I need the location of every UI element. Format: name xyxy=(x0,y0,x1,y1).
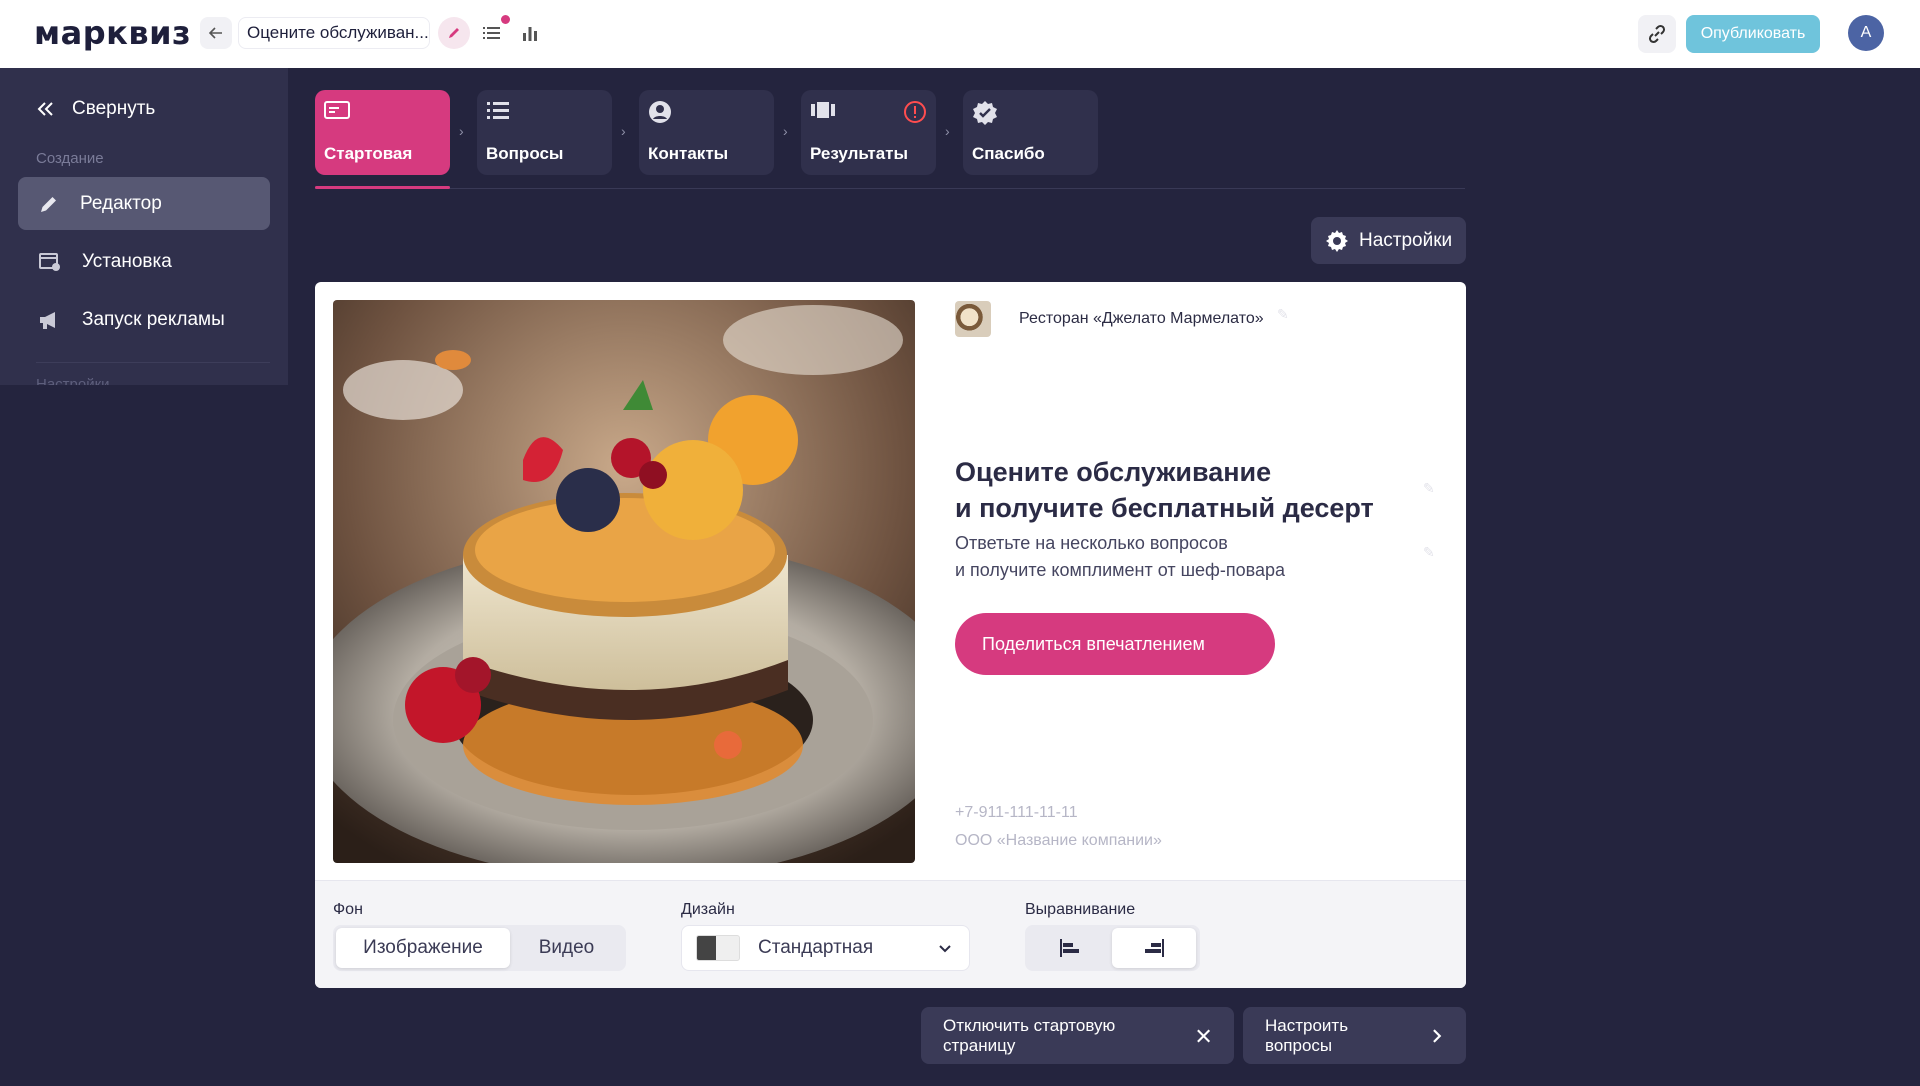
start-page-icon xyxy=(324,101,350,119)
company-text[interactable]: ООО «Название компании» xyxy=(955,832,1162,850)
settings-button[interactable]: Настройки xyxy=(1311,217,1466,264)
background-toggle: Изображение Видео xyxy=(333,925,626,971)
back-button[interactable] xyxy=(200,17,232,49)
bar-chart-icon xyxy=(523,27,537,41)
notification-dot xyxy=(501,15,510,24)
tab-label: Спасибо xyxy=(972,144,1045,163)
disable-start-page-label: Отключить стартовую страницу xyxy=(943,1015,1116,1055)
results-icon xyxy=(811,102,835,118)
sidebar-item-install[interactable]: Установка xyxy=(18,235,270,288)
chevron-right-icon xyxy=(1433,1028,1442,1043)
tab-label: Результаты xyxy=(810,144,909,163)
pencil-icon xyxy=(449,28,459,38)
pencil-icon[interactable]: ✎ xyxy=(1423,480,1435,497)
headline-line: Оцените обслуживание xyxy=(955,457,1272,487)
phone-text[interactable]: +7-911-111-11-11 xyxy=(955,804,1078,822)
align-right-icon xyxy=(1145,939,1164,957)
cta-button[interactable]: Поделиться впечатлением xyxy=(955,613,1275,675)
publish-button[interactable]: Опубликовать xyxy=(1686,15,1820,53)
pencil-icon[interactable]: ✎ xyxy=(1423,544,1435,561)
card-settings-bar: Фон Изображение Видео Дизайн Стандартная… xyxy=(315,880,1466,988)
arrow-left-icon xyxy=(208,27,222,39)
active-step-underline xyxy=(315,186,450,189)
megaphone-icon xyxy=(40,311,55,329)
user-icon xyxy=(649,101,671,123)
configure-questions-label: Настроить вопросы xyxy=(1265,1015,1349,1055)
steps-divider xyxy=(315,188,1465,189)
avatar[interactable]: А xyxy=(1848,15,1884,51)
collapse-button[interactable]: Свернуть xyxy=(36,98,155,120)
section-label-settings: Настройки xyxy=(36,376,110,385)
tab-label: Стартовая xyxy=(324,144,413,163)
align-left-icon xyxy=(1060,939,1079,957)
chevron-right-icon: › xyxy=(459,123,464,139)
tab-label: Вопросы xyxy=(486,144,564,163)
sidebar-item-editor[interactable]: Редактор xyxy=(18,177,270,230)
top-bar: марквиз Оцените обслуживан... Опубликова… xyxy=(0,0,1920,68)
sidebar-item-ads[interactable]: Запуск рекламы xyxy=(18,293,270,346)
tab-contacts[interactable]: Контакты xyxy=(639,90,774,175)
tab-thanks[interactable]: Спасибо xyxy=(963,90,1098,175)
alignment-toggle xyxy=(1025,925,1200,971)
page-headline[interactable]: Оцените обслуживание и получите бесплатн… xyxy=(955,454,1455,526)
sidebar-item-label: Редактор xyxy=(80,192,162,214)
configure-questions-button[interactable]: Настроить вопросы xyxy=(1243,1007,1466,1064)
chevron-right-icon: › xyxy=(621,123,626,139)
brand-logo[interactable] xyxy=(955,301,991,337)
pencil-icon xyxy=(41,196,56,212)
chevron-right-icon: › xyxy=(945,123,950,139)
stats-button[interactable] xyxy=(514,17,546,49)
design-thumbnail xyxy=(696,935,740,961)
brand-header[interactable]: Ресторан «Джелато Мармелато» xyxy=(955,301,1264,337)
tab-questions[interactable]: Вопросы xyxy=(477,90,612,175)
start-page-preview: Ресторан «Джелато Мармелато» ✎ Оцените о… xyxy=(315,282,1466,988)
sidebar: Свернуть Создание Редактор Установка Зап… xyxy=(0,68,288,385)
gear-icon xyxy=(1326,229,1348,252)
subheadline-line: и получите комплимент от шеф-повара xyxy=(955,560,1286,580)
link-icon xyxy=(1648,24,1666,44)
install-icon xyxy=(39,252,60,271)
subheadline-line: Ответьте на несколько вопросов xyxy=(955,533,1228,553)
collapse-label: Свернуть xyxy=(72,98,156,119)
warning-icon xyxy=(904,101,926,123)
quiz-title-field[interactable]: Оцените обслуживан... xyxy=(238,17,430,49)
section-label-create: Создание xyxy=(36,150,104,167)
copy-link-button[interactable] xyxy=(1638,15,1676,53)
alignment-label: Выравнивание xyxy=(1025,901,1136,918)
chevron-down-icon xyxy=(939,945,951,953)
brand-name[interactable]: Ресторан «Джелато Мармелато» xyxy=(1019,310,1264,328)
design-label: Дизайн xyxy=(681,901,735,918)
headline-line: и получите бесплатный десерт xyxy=(955,493,1374,523)
tab-start[interactable]: Стартовая xyxy=(315,90,450,175)
align-left-button[interactable] xyxy=(1028,928,1112,968)
cta-label: Поделиться впечатлением xyxy=(982,633,1205,654)
sidebar-divider xyxy=(36,362,270,363)
list-icon xyxy=(487,102,509,119)
settings-label: Настройки xyxy=(1359,229,1453,251)
disable-start-page-button[interactable]: Отключить стартовую страницу xyxy=(921,1007,1234,1064)
align-right-button[interactable] xyxy=(1112,928,1196,968)
edit-mode-button[interactable] xyxy=(438,17,470,49)
background-image[interactable] xyxy=(333,300,915,863)
logo[interactable]: марквиз xyxy=(34,14,191,52)
chevrons-left-icon xyxy=(37,102,53,116)
design-select[interactable]: Стандартная xyxy=(681,925,970,971)
check-badge-icon xyxy=(973,101,997,125)
bg-option-image[interactable]: Изображение xyxy=(336,928,510,968)
tab-results[interactable]: Результаты xyxy=(801,90,936,175)
background-label: Фон xyxy=(333,901,363,918)
close-icon xyxy=(1196,1029,1210,1042)
list-icon xyxy=(483,27,500,39)
bg-option-video[interactable]: Видео xyxy=(510,928,623,968)
sidebar-item-label: Установка xyxy=(82,250,172,272)
page-subheadline[interactable]: Ответьте на несколько вопросов и получит… xyxy=(955,530,1455,584)
sidebar-item-label: Запуск рекламы xyxy=(82,308,225,330)
dessert-photo xyxy=(333,300,915,863)
pencil-icon[interactable]: ✎ xyxy=(1277,306,1289,323)
design-value: Стандартная xyxy=(758,937,874,958)
chevron-right-icon: › xyxy=(783,123,788,139)
tab-label: Контакты xyxy=(648,144,729,163)
